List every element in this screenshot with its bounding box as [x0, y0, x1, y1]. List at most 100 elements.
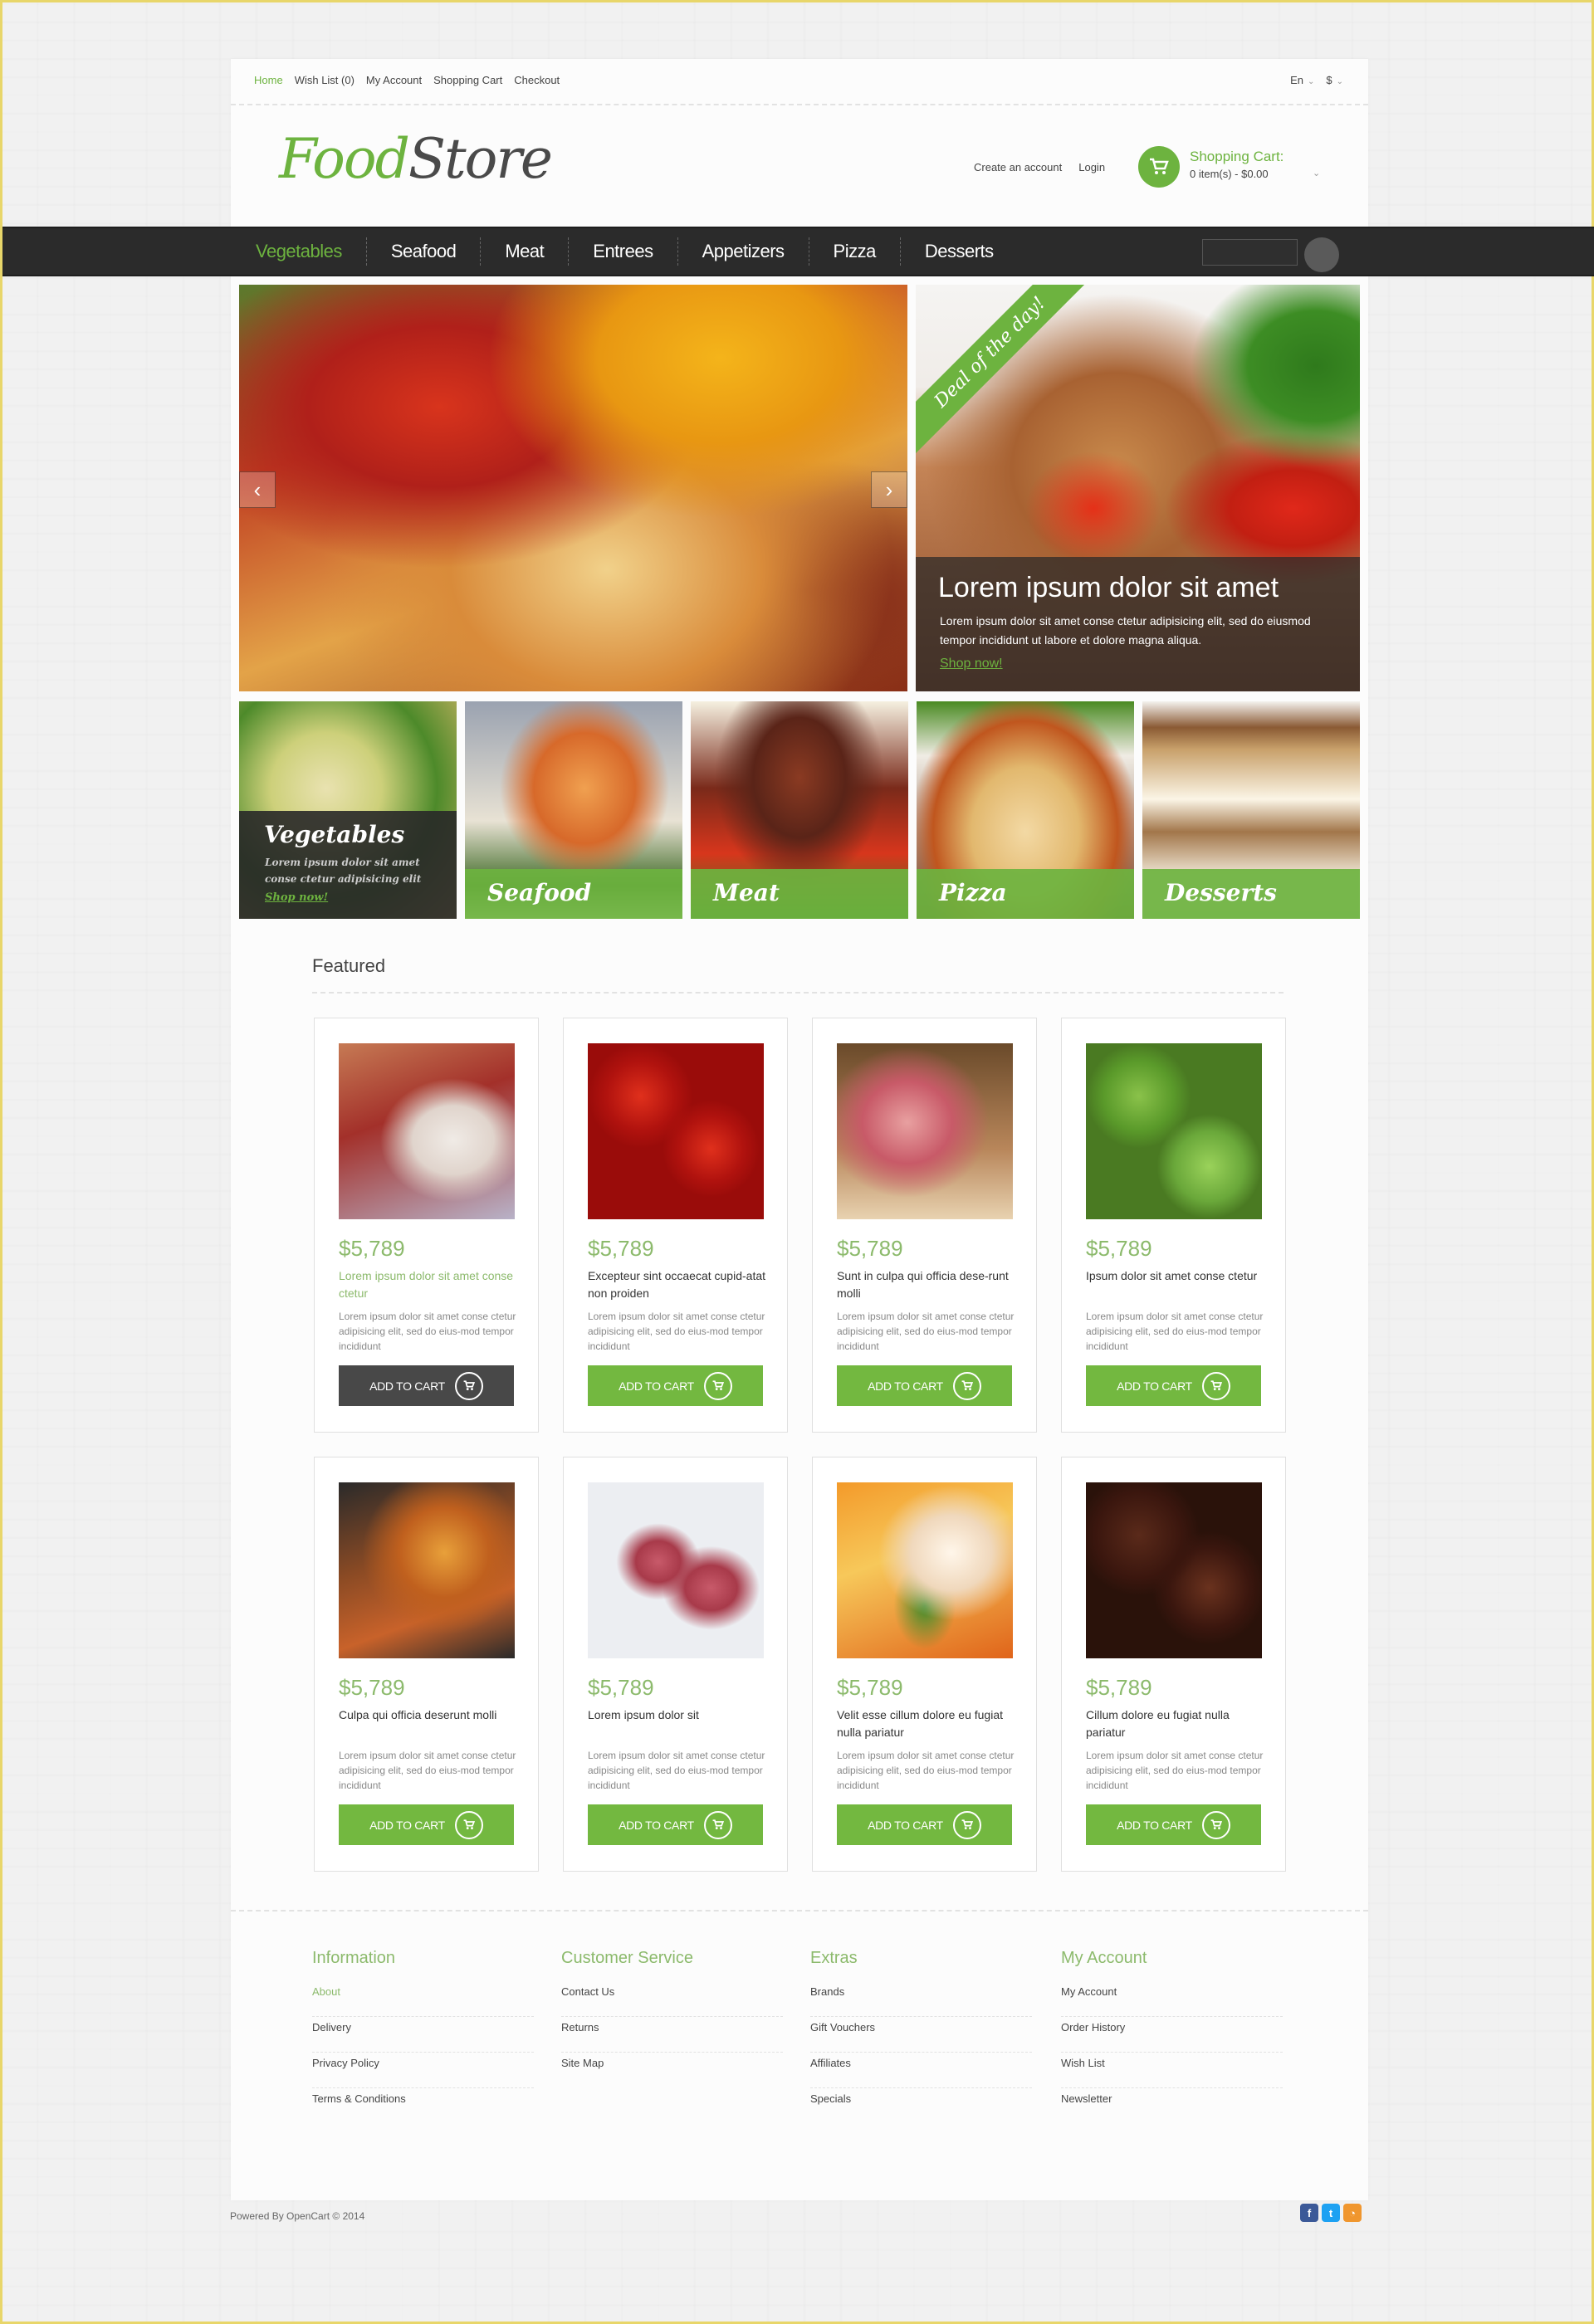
footer-link[interactable]: Contact Us [561, 1981, 783, 2017]
product-image[interactable] [588, 1043, 764, 1219]
top-link-home[interactable]: Home [254, 74, 283, 86]
logo[interactable]: FoodStore [279, 132, 553, 187]
top-bar: Home Wish List (0) My Account Shopping C… [231, 59, 1368, 105]
add-to-cart-button[interactable]: ADD TO CART [588, 1365, 763, 1406]
footer-link[interactable]: Affiliates [810, 2053, 1032, 2088]
top-links: Home Wish List (0) My Account Shopping C… [254, 74, 560, 86]
product-name-link[interactable]: Culpa qui officia deserunt molli [339, 1706, 517, 1724]
cart-title[interactable]: Shopping Cart: [1190, 149, 1284, 165]
add-to-cart-button[interactable]: ADD TO CART [1086, 1804, 1261, 1845]
category-label: Pizza [917, 869, 1134, 919]
product-image[interactable] [339, 1043, 515, 1219]
rss-icon[interactable]: ◔ [1343, 2204, 1362, 2222]
footer-link[interactable]: About [312, 1981, 534, 2017]
add-to-cart-button[interactable]: ADD TO CART [588, 1804, 763, 1845]
footer-link[interactable]: Delivery [312, 2017, 534, 2053]
footer-link[interactable]: Returns [561, 2017, 783, 2053]
add-to-cart-button[interactable]: ADD TO CART [339, 1804, 514, 1845]
product-card: $5,789 Lorem ipsum dolor sit Lorem ipsum d… [563, 1457, 788, 1872]
add-to-cart-label: ADD TO CART [619, 1379, 694, 1393]
footer-link[interactable]: Specials [810, 2088, 1032, 2124]
deal-of-the-day-banner[interactable]: Deal of the day! Lorem ipsum dolor sit a… [916, 285, 1360, 691]
top-link-wishlist[interactable]: Wish List (0) [295, 74, 354, 86]
product-image[interactable] [588, 1482, 764, 1658]
chevron-down-icon[interactable]: ⌄ [1313, 168, 1320, 178]
product-name-link[interactable]: Excepteur sint occaecat cupid-atat non p… [588, 1267, 766, 1302]
footer-link[interactable]: Site Map [561, 2053, 783, 2088]
top-link-my-account[interactable]: My Account [366, 74, 422, 86]
category-tile-pizza[interactable]: Pizza [917, 701, 1134, 919]
add-to-cart-button[interactable]: ADD TO CART [339, 1365, 514, 1406]
footer-link[interactable]: Wish List [1061, 2053, 1283, 2088]
footer-link[interactable]: Order History [1061, 2017, 1283, 2053]
footer-link[interactable]: My Account [1061, 1981, 1283, 2017]
nav-item-pizza[interactable]: Pizza [809, 237, 901, 266]
add-to-cart-label: ADD TO CART [369, 1818, 445, 1832]
create-account-link[interactable]: Create an account [974, 161, 1062, 173]
slider-next-button[interactable]: › [871, 471, 907, 508]
facebook-icon[interactable]: f [1300, 2204, 1318, 2222]
login-link[interactable]: Login [1078, 161, 1105, 173]
hero-slider: ‹ › [239, 285, 907, 691]
nav-item-seafood[interactable]: Seafood [367, 237, 482, 266]
language-select[interactable]: En ⌄ [1290, 74, 1314, 86]
category-tile-seafood[interactable]: Seafood [465, 701, 682, 919]
product-image[interactable] [1086, 1482, 1262, 1658]
product-card: $5,789 Sunt in culpa qui officia dese-run… [812, 1018, 1037, 1433]
category-panel: Vegetables Lorem ipsum dolor sit amet co… [239, 811, 457, 919]
header: Home Wish List (0) My Account Shopping C… [231, 59, 1368, 225]
footer-link[interactable]: Terms & Conditions [312, 2088, 534, 2124]
nav-item-appetizers[interactable]: Appetizers [678, 237, 809, 266]
nav-item-vegetables[interactable]: Vegetables [256, 237, 367, 266]
language-value: En [1290, 74, 1303, 86]
product-image[interactable] [837, 1482, 1013, 1658]
product-image[interactable] [1086, 1043, 1262, 1219]
twitter-icon[interactable]: t [1322, 2204, 1340, 2222]
social-links: f t ◔ [1300, 2204, 1362, 2222]
search-input[interactable] [1202, 239, 1298, 266]
category-tile-meat[interactable]: Meat [691, 701, 908, 919]
product-image[interactable] [339, 1482, 515, 1658]
product-description: Lorem ipsum dolor sit amet conse ctetur … [1086, 1311, 1264, 1352]
cart-button[interactable] [1138, 146, 1180, 188]
footer-column-title: Customer Service [561, 1949, 693, 1967]
cart-summary[interactable]: 0 item(s) - $0.00 [1190, 168, 1269, 180]
product-card: $5,789 Velit esse cillum dolore eu fugiat… [812, 1457, 1037, 1872]
category-shop-now-link[interactable]: Shop now! [265, 891, 328, 904]
product-name-link[interactable]: Cillum dolore eu fugiat nulla pariatur [1086, 1706, 1264, 1741]
product-image[interactable] [837, 1043, 1013, 1219]
category-tile-vegetables[interactable]: Vegetables Lorem ipsum dolor sit amet co… [239, 701, 457, 919]
footer-column: Extras Brands Gift Vouchers Affiliates Speci… [810, 1949, 1032, 2124]
nav-item-desserts[interactable]: Desserts [901, 237, 1018, 266]
product-name-link[interactable]: Ipsum dolor sit amet conse ctetur [1086, 1267, 1264, 1285]
slider-prev-button[interactable]: ‹ [239, 471, 276, 508]
top-link-shopping-cart[interactable]: Shopping Cart [433, 74, 502, 86]
product-price: $5,789 [588, 1675, 654, 1700]
nav-item-meat[interactable]: Meat [481, 237, 570, 266]
deal-shop-now-link[interactable]: Shop now! [940, 657, 1003, 671]
divider [231, 1910, 1368, 1911]
footer-link[interactable]: Brands [810, 1981, 1032, 2017]
add-to-cart-button[interactable]: ADD TO CART [837, 1804, 1012, 1845]
product-name-link[interactable]: Velit esse cillum dolore eu fugiat nulla… [837, 1706, 1015, 1741]
product-name-link[interactable]: Sunt in culpa qui officia dese-runt moll… [837, 1267, 1015, 1302]
product-description: Lorem ipsum dolor sit amet conse ctetur … [588, 1311, 765, 1352]
footer-link[interactable]: Newsletter [1061, 2088, 1283, 2124]
add-to-cart-button[interactable]: ADD TO CART [837, 1365, 1012, 1406]
footer-link[interactable]: Privacy Policy [312, 2053, 534, 2088]
featured-heading: Featured [312, 955, 386, 976]
currency-select[interactable]: $ ⌄ [1326, 74, 1343, 86]
chevron-down-icon: ⌄ [1307, 77, 1315, 86]
top-link-checkout[interactable]: Checkout [514, 74, 560, 86]
category-label: Meat [691, 869, 908, 919]
product-name-link[interactable]: Lorem ipsum dolor sit amet conse ctetur [339, 1267, 517, 1302]
nav-item-entrees[interactable]: Entrees [569, 237, 678, 266]
category-tile-desserts[interactable]: Desserts [1142, 701, 1360, 919]
footer-link[interactable]: Gift Vouchers [810, 2017, 1032, 2053]
add-to-cart-button[interactable]: ADD TO CART [1086, 1365, 1261, 1406]
add-to-cart-label: ADD TO CART [868, 1379, 943, 1393]
category-label: Seafood [465, 869, 682, 919]
search-button[interactable] [1304, 237, 1339, 272]
nav-items: Vegetables Seafood Meat Entrees Appetize… [256, 228, 1018, 275]
product-name-link[interactable]: Lorem ipsum dolor sit [588, 1706, 766, 1724]
